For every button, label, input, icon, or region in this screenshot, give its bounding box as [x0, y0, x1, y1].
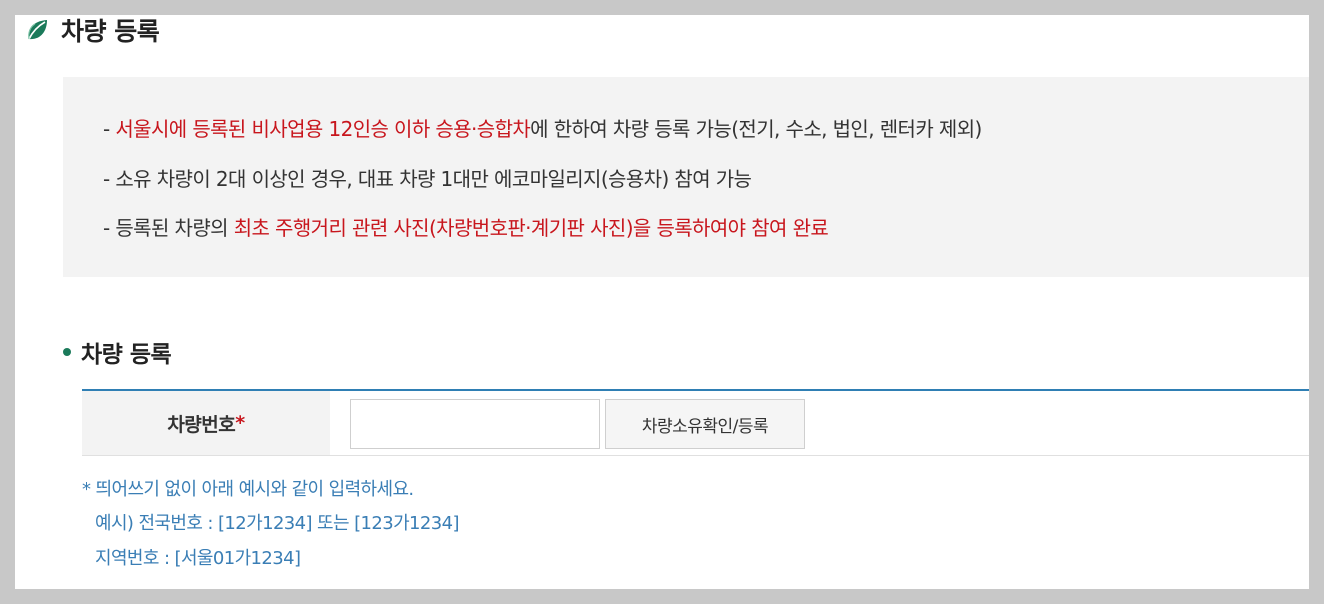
help-line-1: * 띄어쓰기 없이 아래 예시와 같이 입력하세요. — [82, 479, 414, 500]
notice-line-1-suffix: 에 한하여 차량 등록 가능(전기, 수소, 법인, 렌터카 제외) — [530, 117, 982, 141]
plate-number-label-text: 차량번호 — [167, 413, 236, 436]
plate-number-input[interactable] — [350, 399, 600, 449]
content-panel: 차량 등록 - 서울시에 등록된 비사업용 12인승 이하 승용·승합차에 한하… — [15, 15, 1309, 589]
verify-register-button[interactable]: 차량소유확인/등록 — [605, 399, 805, 449]
page-title: 차량 등록 — [61, 17, 160, 46]
section-title-text: 차량 등록 — [81, 342, 172, 368]
help-line-3: 지역번호 : [서울01가1234] — [95, 548, 301, 569]
registration-form: 차량번호 * 차량소유확인/등록 — [82, 389, 1309, 456]
notice-line-3: - 등록된 차량의 최초 주행거리 관련 사진(차량번호판·계기판 사진)을 등… — [103, 212, 829, 241]
page-header: 차량 등록 — [25, 15, 160, 46]
notice-box: - 서울시에 등록된 비사업용 12인승 이하 승용·승합차에 한하여 차량 등… — [63, 77, 1309, 277]
plate-number-label: 차량번호 * — [82, 391, 330, 455]
bullet-dot-icon — [63, 348, 71, 356]
notice-line-1: - 서울시에 등록된 비사업용 12인승 이하 승용·승합차에 한하여 차량 등… — [103, 113, 982, 142]
leaf-icon — [28, 20, 47, 40]
section-title: 차량 등록 — [63, 335, 172, 369]
required-mark: * — [235, 412, 245, 434]
notice-line-3-highlight: 최초 주행거리 관련 사진(차량번호판·계기판 사진)을 등록하여야 참여 완료 — [233, 216, 829, 240]
help-line-2: 예시) 전국번호 : [12가1234] 또는 [123가1234] — [95, 513, 459, 534]
notice-line-2: - 소유 차량이 2대 이상인 경우, 대표 차량 1대만 에코마일리지(승용차… — [103, 167, 752, 191]
notice-line-3-prefix: - 등록된 차량의 — [103, 216, 234, 240]
notice-line-1-highlight: 서울시에 등록된 비사업용 12인승 이하 승용·승합차 — [115, 117, 531, 141]
notice-line-1-prefix: - — [103, 117, 116, 141]
